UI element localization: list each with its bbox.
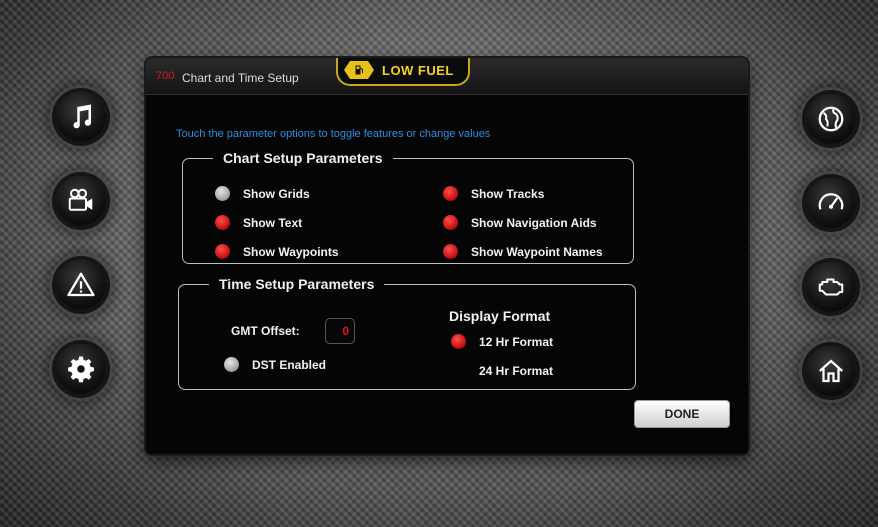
chart-setup-title: Chart Setup Parameters — [223, 150, 383, 166]
toggle-indicator — [443, 215, 458, 230]
option-dst-enabled[interactable]: DST Enabled — [224, 357, 326, 372]
home-icon — [819, 359, 843, 383]
option-show-waypoints[interactable]: Show Waypoints — [215, 244, 339, 259]
done-button[interactable]: DONE — [634, 400, 730, 428]
display-format-title: Display Format — [449, 308, 551, 324]
globe-icon — [818, 106, 844, 132]
option-label: Show Waypoint Names — [471, 244, 603, 259]
radio-indicator — [451, 363, 466, 378]
instruction-text: Touch the parameter options to toggle fe… — [176, 128, 491, 140]
toggle-indicator — [215, 215, 230, 230]
option-show-navigation-aids[interactable]: Show Navigation Aids — [443, 215, 597, 230]
option-label: DST Enabled — [252, 357, 327, 372]
gauges-button[interactable] — [806, 178, 856, 228]
setup-screen: 700 Chart and Time Setup LOW FUEL Touch … — [146, 58, 748, 454]
engine-button[interactable] — [806, 262, 856, 312]
music-note-icon — [73, 104, 92, 129]
toggle-indicator — [215, 186, 230, 201]
option-12hr-format[interactable]: 12 Hr Format — [451, 334, 553, 349]
option-show-waypoint-names[interactable]: Show Waypoint Names — [443, 244, 603, 259]
low-fuel-alert[interactable]: LOW FUEL — [336, 58, 470, 86]
time-setup-title: Time Setup Parameters — [219, 276, 375, 292]
fuel-pump-icon — [344, 61, 374, 79]
option-24hr-format[interactable]: 24 Hr Format — [451, 363, 553, 378]
time-setup-group: Time Setup Parameters GMT Offset: 0 DST … — [178, 276, 636, 390]
alerts-button[interactable] — [56, 260, 106, 310]
warning-icon — [67, 272, 95, 297]
option-label: Show Text — [243, 215, 303, 230]
gmt-offset-label: GMT Offset: — [231, 324, 300, 338]
screen-number: 700 — [156, 70, 175, 82]
media-button[interactable] — [56, 92, 106, 142]
chart-setup-group: Chart Setup Parameters Show Grids Show T… — [182, 150, 634, 264]
option-label: 12 Hr Format — [479, 334, 554, 349]
toggle-indicator — [443, 186, 458, 201]
settings-gear-icon — [68, 356, 94, 383]
option-label: 24 Hr Format — [479, 363, 554, 378]
option-show-grids[interactable]: Show Grids — [215, 186, 310, 201]
home-button[interactable] — [806, 346, 856, 396]
option-label: Show Navigation Aids — [471, 215, 597, 230]
option-show-text[interactable]: Show Text — [215, 215, 302, 230]
speedometer-icon — [818, 193, 844, 210]
toggle-indicator — [443, 244, 458, 259]
radio-indicator — [451, 334, 466, 349]
title-bar: 700 Chart and Time Setup LOW FUEL — [146, 58, 748, 95]
page-title: Chart and Time Setup — [182, 71, 299, 85]
option-label: Show Tracks — [471, 186, 545, 201]
gmt-offset-field[interactable]: 0 — [325, 318, 355, 344]
option-label: Show Grids — [243, 186, 310, 201]
globe-button[interactable] — [806, 94, 856, 144]
video-camera-icon — [68, 188, 93, 211]
option-label: Show Waypoints — [243, 244, 339, 259]
option-show-tracks[interactable]: Show Tracks — [443, 186, 544, 201]
camera-button[interactable] — [56, 176, 106, 226]
toggle-indicator — [215, 244, 230, 259]
low-fuel-label: LOW FUEL — [382, 63, 454, 78]
settings-button[interactable] — [56, 344, 106, 394]
toggle-indicator — [224, 357, 239, 372]
engine-icon — [818, 278, 844, 296]
